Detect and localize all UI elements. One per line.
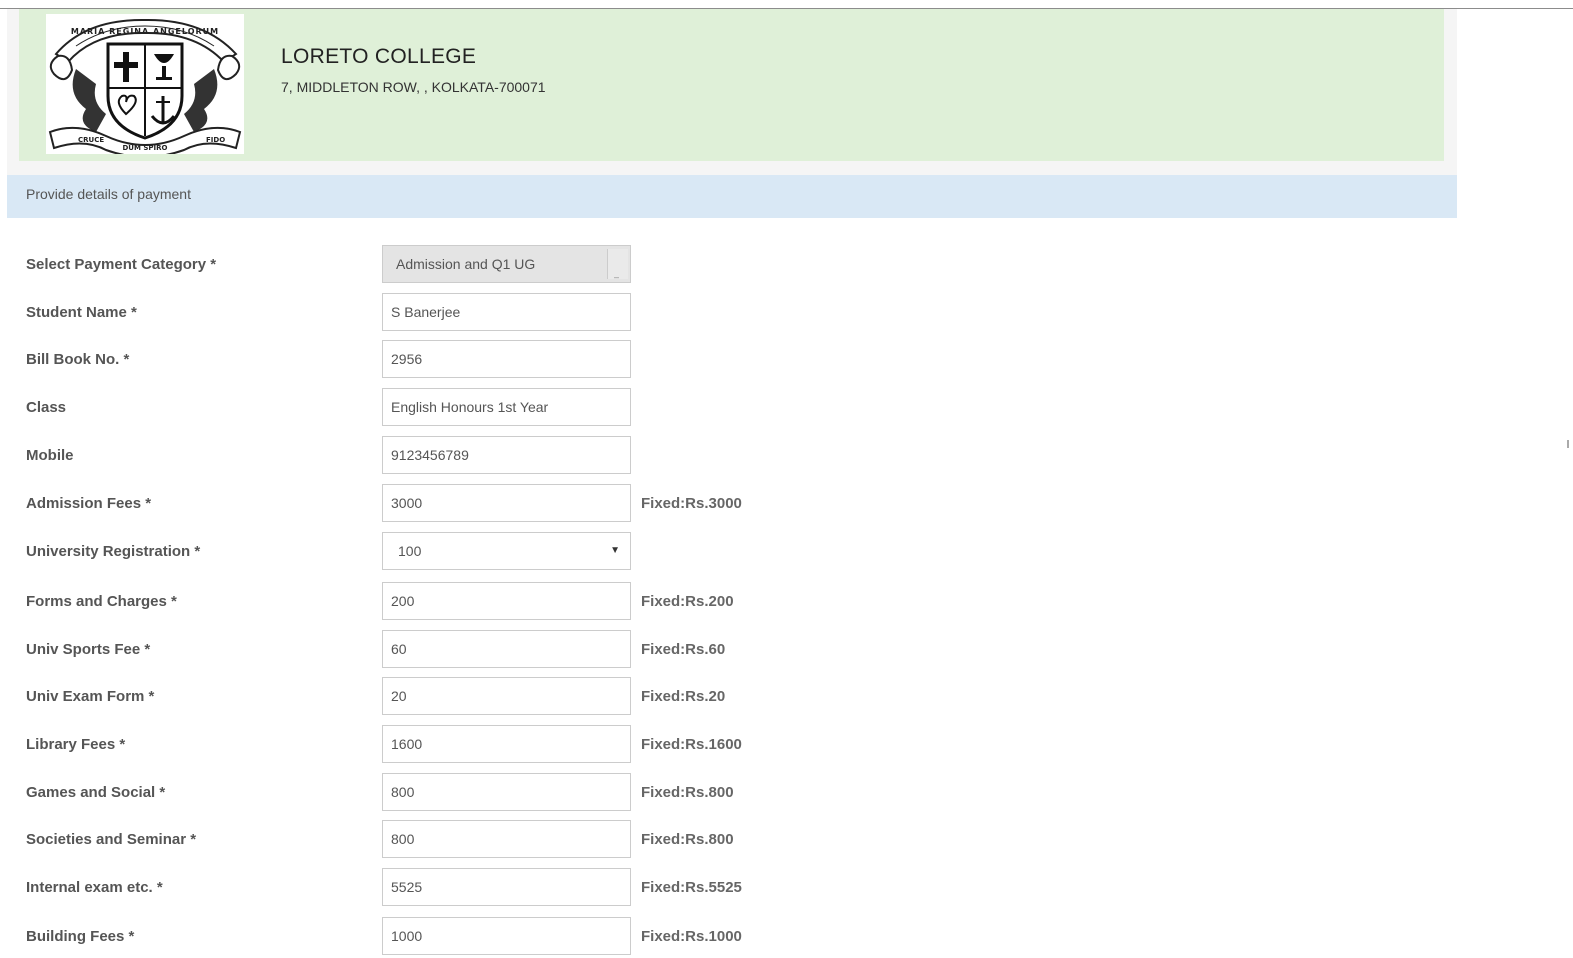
caret-down-icon: ▼: [610, 545, 620, 556]
forms-and-charges-input[interactable]: 200: [382, 582, 631, 620]
college-logo: MARIA REGINA ANGELORUM CRUCE DUM SPIRO F…: [46, 14, 244, 158]
admission-fees-input[interactable]: 3000: [382, 484, 631, 522]
form-row-select-payment-category: Select Payment Category * Admission and Q…: [0, 245, 900, 285]
form-row-admission-fees: Admission Fees * 3000 Fixed:Rs.3000: [0, 484, 900, 524]
games-and-social-input[interactable]: 800: [382, 773, 631, 811]
fixed-amount-hint: Fixed:Rs.60: [641, 641, 726, 658]
form-row-bill-book-no: Bill Book No. * 2956: [0, 340, 900, 380]
motto-right: FIDO: [206, 136, 225, 144]
mobile-input[interactable]: 9123456789: [382, 436, 631, 474]
select-payment-category-select[interactable]: Admission and Q1 UG –: [382, 245, 631, 283]
banner-text: MARIA REGINA ANGELORUM: [71, 27, 219, 36]
building-fees-input[interactable]: 1000: [382, 917, 631, 955]
field-label: Games and Social *: [26, 784, 166, 801]
fixed-amount-hint: Fixed:Rs.1000: [641, 928, 742, 945]
field-label: Univ Sports Fee *: [26, 641, 151, 658]
internal-exam-etc-input[interactable]: 5525: [382, 868, 631, 906]
form-row-mobile: Mobile 9123456789: [0, 436, 900, 476]
student-name-input[interactable]: S Banerjee: [382, 293, 631, 331]
univ-exam-form-input[interactable]: 20: [382, 677, 631, 715]
field-label: Admission Fees *: [26, 495, 152, 512]
fixed-amount-hint: Fixed:Rs.5525: [641, 879, 742, 896]
fixed-amount-hint: Fixed:Rs.3000: [641, 495, 742, 512]
field-label: Forms and Charges *: [26, 593, 177, 610]
chevron-down-icon: –: [614, 272, 620, 282]
form-row-forms-and-charges: Forms and Charges * 200 Fixed:Rs.200: [0, 582, 900, 622]
motto-center: DUM SPIRO: [122, 144, 167, 152]
field-value: Admission and Q1 UG: [396, 256, 536, 272]
form-row-societies-and-seminar: Societies and Seminar * 800 Fixed:Rs.800: [0, 820, 900, 860]
field-value: English Honours 1st Year: [391, 399, 549, 415]
field-value: 1000: [391, 928, 423, 944]
field-label: Internal exam etc. *: [26, 879, 163, 896]
field-label: Bill Book No. *: [26, 351, 130, 368]
fixed-amount-hint: Fixed:Rs.200: [641, 593, 734, 610]
field-label: Mobile: [26, 447, 74, 464]
field-value: 100: [398, 543, 422, 559]
crest-icon: MARIA REGINA ANGELORUM CRUCE DUM SPIRO F…: [48, 18, 242, 158]
form-row-university-registration: University Registration * 100 ▼: [0, 532, 900, 572]
class-input[interactable]: English Honours 1st Year: [382, 388, 631, 426]
fixed-amount-hint: Fixed:Rs.800: [641, 831, 734, 848]
field-label: Societies and Seminar *: [26, 831, 197, 848]
motto-left: CRUCE: [78, 136, 104, 144]
field-value: 9123456789: [391, 447, 469, 463]
field-value: 3000: [391, 495, 423, 511]
field-value: 60: [391, 641, 407, 657]
field-value: 800: [391, 831, 415, 847]
section-bar: [7, 175, 1457, 218]
univ-sports-fee-input[interactable]: 60: [382, 630, 631, 668]
field-label: Univ Exam Form *: [26, 688, 155, 705]
field-label: Building Fees *: [26, 928, 135, 945]
fixed-amount-hint: Fixed:Rs.1600: [641, 736, 742, 753]
dropdown-button[interactable]: –: [607, 249, 628, 282]
field-label: Library Fees *: [26, 736, 126, 753]
field-value: 200: [391, 593, 415, 609]
form-row-internal-exam-etc: Internal exam etc. * 5525 Fixed:Rs.5525: [0, 868, 900, 908]
form-row-building-fees: Building Fees * 1000 Fixed:Rs.1000: [0, 917, 900, 957]
form-row-games-and-social: Games and Social * 800 Fixed:Rs.800: [0, 773, 900, 813]
college-address: 7, MIDDLETON ROW, , KOLKATA-700071: [281, 79, 546, 95]
library-fees-input[interactable]: 1600: [382, 725, 631, 763]
field-label: Select Payment Category *: [26, 256, 217, 273]
form-row-class: Class English Honours 1st Year: [0, 388, 900, 428]
field-value: 5525: [391, 879, 423, 895]
field-label: Class: [26, 399, 67, 416]
university-registration-select[interactable]: 100 ▼: [382, 532, 631, 570]
field-label: University Registration *: [26, 543, 201, 560]
societies-and-seminar-input[interactable]: 800: [382, 820, 631, 858]
bill-book-no-input[interactable]: 2956: [382, 340, 631, 378]
scrollbar-marker[interactable]: [1567, 440, 1569, 448]
form-row-univ-sports-fee: Univ Sports Fee * 60 Fixed:Rs.60: [0, 630, 900, 670]
field-value: S Banerjee: [391, 304, 461, 320]
fixed-amount-hint: Fixed:Rs.800: [641, 784, 734, 801]
form-row-library-fees: Library Fees * 1600 Fixed:Rs.1600: [0, 725, 900, 765]
field-label: Student Name *: [26, 304, 137, 321]
field-value: 2956: [391, 351, 423, 367]
field-value: 20: [391, 688, 407, 704]
form-row-univ-exam-form: Univ Exam Form * 20 Fixed:Rs.20: [0, 677, 900, 717]
field-value: 1600: [391, 736, 423, 752]
college-name: LORETO COLLEGE: [281, 45, 477, 68]
field-value: 800: [391, 784, 415, 800]
section-title: Provide details of payment: [26, 186, 191, 202]
fixed-amount-hint: Fixed:Rs.20: [641, 688, 726, 705]
form-row-student-name: Student Name * S Banerjee: [0, 293, 900, 333]
